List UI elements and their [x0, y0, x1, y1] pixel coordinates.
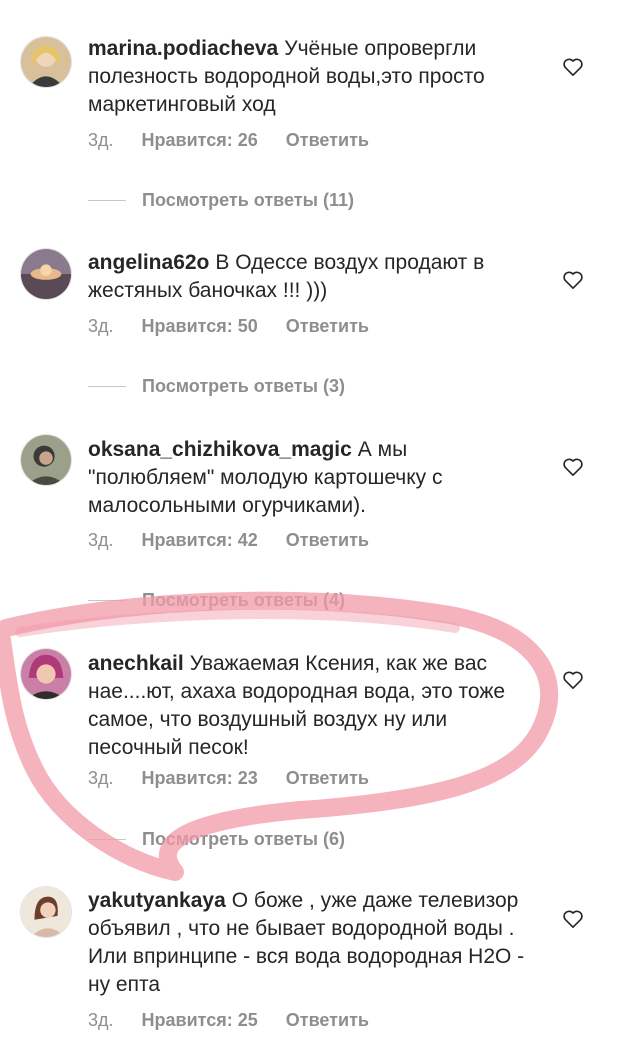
replies-divider: [88, 386, 126, 387]
avatar[interactable]: [20, 434, 72, 486]
comment-time: 3д.: [88, 1010, 114, 1030]
comment-meta: 3д. Нравится: 25 Ответить: [88, 1010, 369, 1031]
reply-button[interactable]: Ответить: [286, 768, 369, 789]
comment-likes[interactable]: Нравится: 42: [142, 530, 258, 551]
view-replies-label: Посмотреть ответы (3): [142, 376, 345, 396]
view-replies-label: Посмотреть ответы (11): [142, 190, 354, 210]
comment-time: 3д.: [88, 768, 114, 788]
reply-button[interactable]: Ответить: [286, 530, 369, 551]
comment-meta: 3д. Нравится: 50 Ответить: [88, 316, 369, 337]
comment-text-block: anechkail Уважаемая Ксения, как же вас на…: [88, 650, 538, 762]
view-replies-button[interactable]: Посмотреть ответы (4): [88, 590, 345, 611]
comment-likes[interactable]: Нравится: 25: [142, 1010, 258, 1031]
avatar[interactable]: [20, 648, 72, 700]
reply-button[interactable]: Ответить: [286, 316, 369, 337]
avatar[interactable]: [20, 886, 72, 938]
replies-divider: [88, 839, 126, 840]
avatar[interactable]: [20, 248, 72, 300]
comment-likes[interactable]: Нравится: 50: [142, 316, 258, 337]
comment-meta: 3д. Нравится: 42 Ответить: [88, 530, 369, 551]
comment-text-block: oksana_chizhikova_magic А мы "полюбляем" …: [88, 436, 538, 520]
comment-likes[interactable]: Нравится: 23: [142, 768, 258, 789]
heart-outline-icon[interactable]: [562, 57, 584, 77]
comment-text-block: angelina62o В Одессе воздух продают в жес…: [88, 249, 538, 305]
comment-text-block: yakutyankaya О боже , уже даже телевизор …: [88, 887, 538, 999]
heart-outline-icon[interactable]: [562, 670, 584, 690]
view-replies-button[interactable]: Посмотреть ответы (6): [88, 829, 345, 850]
avatar[interactable]: [20, 36, 72, 88]
reply-button[interactable]: Ответить: [286, 130, 369, 151]
view-replies-button[interactable]: Посмотреть ответы (11): [88, 190, 354, 211]
view-replies-label: Посмотреть ответы (6): [142, 829, 345, 849]
comment-text-block: marina.podiacheva Учёные опровергли полез…: [88, 35, 538, 119]
replies-divider: [88, 200, 126, 201]
heart-outline-icon[interactable]: [562, 909, 584, 929]
comment-time: 3д.: [88, 130, 114, 150]
reply-button[interactable]: Ответить: [286, 1010, 369, 1031]
comment-username[interactable]: yakutyankaya: [88, 889, 226, 912]
heart-outline-icon[interactable]: [562, 457, 584, 477]
comment-meta: 3д. Нравится: 26 Ответить: [88, 130, 369, 151]
comment-time: 3д.: [88, 316, 114, 336]
view-replies-label: Посмотреть ответы (4): [142, 590, 345, 610]
comment-likes[interactable]: Нравится: 26: [142, 130, 258, 151]
comment-username[interactable]: anechkail: [88, 652, 184, 675]
comment-username[interactable]: oksana_chizhikova_magic: [88, 438, 352, 461]
replies-divider: [88, 600, 126, 601]
comment-meta: 3д. Нравится: 23 Ответить: [88, 768, 369, 789]
comment-username[interactable]: marina.podiacheva: [88, 37, 278, 60]
heart-outline-icon[interactable]: [562, 270, 584, 290]
comment-time: 3д.: [88, 530, 114, 550]
comment-username[interactable]: angelina62o: [88, 251, 209, 274]
view-replies-button[interactable]: Посмотреть ответы (3): [88, 376, 345, 397]
